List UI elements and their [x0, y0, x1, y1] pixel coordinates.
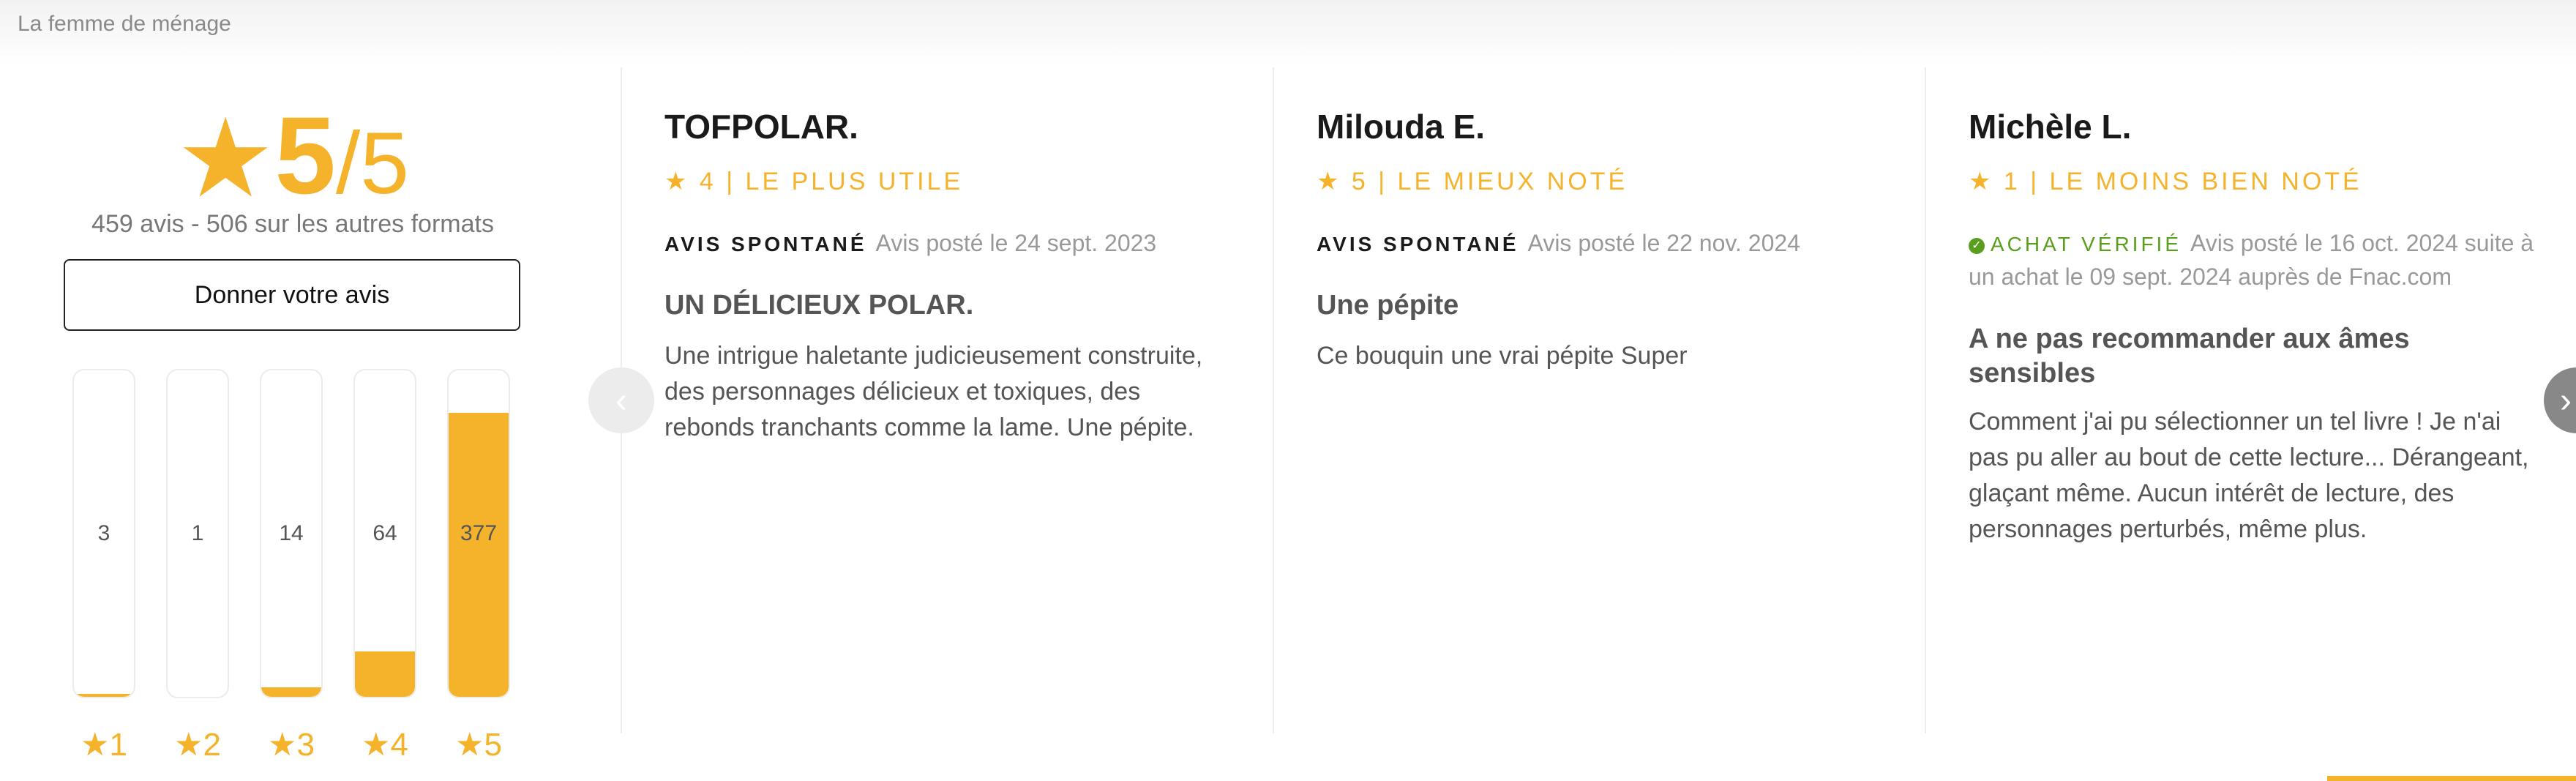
rating-bar-label: ★4 [362, 727, 408, 763]
review-author: Milouda E. [1317, 108, 1485, 146]
score-max: 5 [360, 114, 409, 212]
review-body: Comment j'ai pu sélectionner un tel livr… [1969, 408, 2529, 543]
rating-bar-2[interactable]: 1 [166, 369, 229, 698]
score-value: 5 [274, 94, 336, 217]
review-card: Milouda E. ★ 5 | LE MIEUX NOTÉ AVIS SPON… [1317, 67, 1902, 733]
verified-label: ACHAT VÉRIFIÉ [1991, 233, 2182, 255]
rating-bar-count: 377 [460, 521, 498, 545]
rating-bar-count: 64 [372, 521, 397, 545]
rating-bar-1[interactable]: 3 [72, 369, 135, 698]
star-icon: ★ [176, 97, 275, 220]
rating-bar-5[interactable]: 377 [447, 369, 510, 698]
review-rating: ★ 5 | LE MIEUX NOTÉ [1317, 168, 1628, 195]
review-date: Avis posté le 22 nov. 2024 [1527, 230, 1800, 256]
review-count: 459 avis - 506 sur les autres formats [91, 210, 494, 238]
review-rating: ★ 4 | LE PLUS UTILE [664, 168, 964, 195]
rating-bar-label: ★3 [268, 727, 315, 763]
review-author: Michèle L. [1969, 108, 2132, 146]
rating-bar-fill [449, 412, 509, 697]
rating-bar-label: ★1 [80, 727, 127, 763]
carousel-prev-button[interactable]: ‹ [588, 367, 654, 433]
review-card: TOFPOLAR. ★ 4 | LE PLUS UTILE AVIS SPONT… [664, 67, 1250, 733]
divider [1273, 67, 1274, 733]
rating-summary: ★5/5 459 avis - 506 sur les autres forma… [0, 67, 621, 763]
review-meta: ✓ ACHAT VÉRIFIÉ Avis posté le 16 oct. 2024… [1969, 227, 2547, 294]
rating-bar-count: 1 [191, 521, 204, 545]
review-body: Une intrigue haletante judicieusement co… [664, 342, 1203, 441]
rating-bar-4[interactable]: 64 [353, 369, 416, 698]
rating-bar-fill [355, 651, 415, 697]
review-rating: ★ 1 | LE MOINS BIEN NOTÉ [1969, 168, 2362, 195]
divider [1925, 67, 1926, 733]
review-date: Avis posté le 24 sept. 2023 [875, 230, 1157, 256]
rating-bar-fill [74, 694, 134, 697]
chevron-left-icon: ‹ [615, 381, 627, 420]
top-bar: La femme de ménage [0, 0, 2576, 67]
verified-purchase-badge: ✓ ACHAT VÉRIFIÉ [1969, 233, 2182, 255]
rating-bar-label: ★2 [174, 727, 221, 763]
review-meta: AVIS SPONTANÉ Avis posté le 24 sept. 2023 [664, 227, 1243, 261]
review-author: TOFPOLAR. [664, 108, 858, 146]
review-title: UN DÉLICIEUX POLAR. [664, 290, 974, 321]
review-kind: AVIS SPONTANÉ [664, 233, 867, 255]
give-review-button[interactable]: Donner votre avis [64, 259, 520, 331]
review-title: A ne pas recommander aux âmes sensibles [1969, 324, 2410, 389]
review-title: Une pépite [1317, 290, 1459, 321]
rating-bar-count: 3 [97, 521, 111, 545]
rating-bar-count: 14 [279, 521, 304, 545]
review-body: Ce bouquin une vrai pépite Super [1317, 342, 1688, 370]
rating-bar-3[interactable]: 14 [260, 369, 323, 698]
score-slash: / [335, 114, 361, 212]
review-card: Michèle L. ★ 1 | LE MOINS BIEN NOTÉ ✓ ACH… [1969, 67, 2554, 733]
average-score: ★5/5 [0, 100, 585, 213]
review-meta: AVIS SPONTANÉ Avis posté le 22 nov. 2024 [1317, 227, 1895, 261]
chevron-right-icon: › [2560, 381, 2572, 420]
rating-bar-fill [261, 687, 321, 697]
check-circle-icon: ✓ [1969, 237, 1985, 254]
review-kind: AVIS SPONTANÉ [1317, 233, 1519, 255]
breadcrumb[interactable]: La femme de ménage [18, 12, 231, 37]
rating-bar-label: ★5 [455, 727, 502, 763]
accent-bar [2327, 776, 2576, 781]
